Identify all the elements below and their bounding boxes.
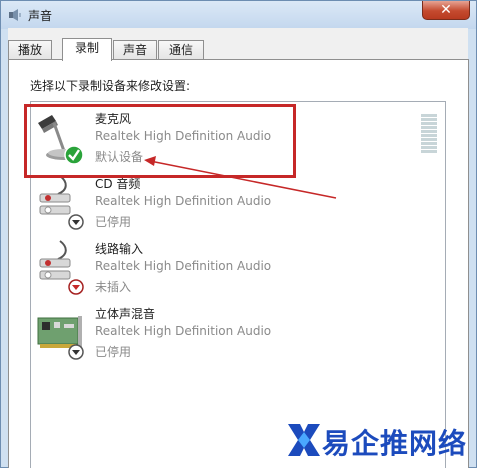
close-icon: ✕: [440, 2, 452, 18]
device-status: 已停用: [95, 215, 132, 229]
tab-label: 录制: [74, 41, 99, 55]
disabled-arrow-icon: [68, 344, 84, 360]
device-name: CD 音频: [95, 177, 141, 191]
close-button[interactable]: ✕: [422, 1, 470, 20]
device-status: 默认设备: [95, 150, 144, 164]
tab-label: 通信: [168, 43, 193, 57]
device-item-microphone[interactable]: 麦克风 Realtek High Definition Audio 默认设备: [31, 108, 411, 168]
audio-jack-icon: [39, 240, 84, 295]
device-list[interactable]: 麦克风 Realtek High Definition Audio 默认设备 C…: [30, 101, 446, 468]
input-level-meter: [421, 114, 437, 156]
device-item-stereo-mix[interactable]: 立体声混音 Realtek High Definition Audio 已停用: [31, 303, 411, 363]
tab-recording[interactable]: 录制: [62, 38, 112, 61]
sound-card-icon: [37, 316, 84, 360]
device-item-cd-audio[interactable]: CD 音频 Realtek High Definition Audio 已停用: [31, 173, 411, 233]
device-driver: Realtek High Definition Audio: [95, 324, 272, 338]
instruction-text: 选择以下录制设备来修改设置:: [30, 79, 191, 93]
device-status: 未插入: [95, 280, 132, 294]
audio-jack-icon: [39, 175, 84, 230]
device-status: 已停用: [95, 345, 132, 359]
title-bar[interactable]: 声音: [1, 1, 476, 29]
watermark-text: 易企推网络: [322, 427, 468, 460]
watermark-logo-icon: [288, 424, 320, 456]
device-name: 线路输入: [95, 242, 144, 256]
device-driver: Realtek High Definition Audio: [95, 259, 272, 273]
window-title: 声音: [28, 9, 53, 23]
tab-communications[interactable]: 通信: [158, 40, 204, 60]
disabled-arrow-icon: [68, 214, 84, 230]
default-check-icon: [64, 145, 84, 165]
tab-label: 声音: [122, 43, 147, 57]
device-name: 麦克风: [95, 112, 132, 126]
device-item-line-in[interactable]: 线路输入 Realtek High Definition Audio 未插入: [31, 238, 411, 298]
device-name: 立体声混音: [95, 307, 156, 321]
device-driver: Realtek High Definition Audio: [95, 194, 272, 208]
watermark: 易企推网络: [286, 416, 474, 464]
tab-sounds[interactable]: 声音: [113, 40, 157, 60]
microphone-icon: [38, 115, 84, 165]
device-driver: Realtek High Definition Audio: [95, 129, 272, 143]
tab-playback[interactable]: 播放: [8, 40, 52, 60]
tab-label: 播放: [17, 43, 42, 57]
unplugged-arrow-icon: [68, 279, 84, 295]
speaker-icon: [9, 9, 21, 21]
